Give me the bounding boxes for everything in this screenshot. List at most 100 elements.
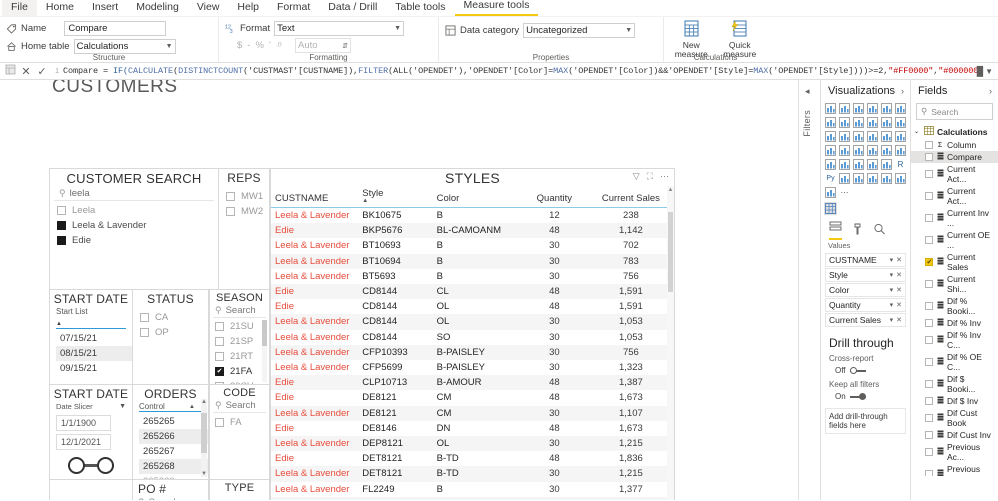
home-table-select[interactable]: Calculations ▼ bbox=[73, 38, 176, 54]
100-stacked-column-icon[interactable] bbox=[894, 102, 907, 115]
formula-expression[interactable]: Compare = IF(CALCULATE(DISTINCTCOUNT('CU… bbox=[59, 66, 977, 76]
column-header-quantity[interactable]: Quantity bbox=[520, 186, 588, 208]
ribbon-tab-measure-tools[interactable]: Measure tools bbox=[454, 0, 539, 16]
fields-field-row[interactable]: Current Inv ... bbox=[911, 207, 998, 229]
table-row[interactable]: Leela & Lavender FL2249 B 30 1,377 bbox=[271, 482, 674, 497]
table-row[interactable]: Leela & Lavender CFP5699 B-PAISLEY 30 1,323 bbox=[271, 360, 674, 375]
key-influencers-icon[interactable] bbox=[838, 172, 851, 185]
visualizations-pane[interactable]: Visualizations › R Py ⋯ Values CUSTNAME … bbox=[820, 80, 910, 500]
gauge-icon[interactable] bbox=[880, 144, 893, 157]
smart-narrative-icon[interactable] bbox=[880, 172, 893, 185]
q-and-a-icon[interactable] bbox=[866, 172, 879, 185]
funnel-chart-icon[interactable] bbox=[838, 130, 851, 143]
table-row[interactable]: Leela & Lavender DE8121 CM 30 1,107 bbox=[271, 405, 674, 421]
slicer-start-date-range[interactable]: START DATE Date Slicer ▼ 1/1/1900 12/1/2… bbox=[49, 384, 133, 480]
thousands-separator-button[interactable]: ’ bbox=[269, 40, 271, 51]
checkbox-icon[interactable] bbox=[925, 380, 933, 388]
report-canvas[interactable]: CUSTOMERS CUSTOMER SEARCH ⚲ leela Leela … bbox=[0, 80, 798, 500]
keep-all-filters-toggle-row[interactable]: On bbox=[821, 390, 910, 405]
table-row[interactable]: Edie DET8121 B-TD 48 1,836 bbox=[271, 451, 674, 466]
ribbon-tab-table-tools[interactable]: Table tools bbox=[386, 0, 454, 16]
chevron-right-icon[interactable]: › bbox=[989, 86, 992, 96]
table-row[interactable]: Leela & Lavender CD8144 SO 30 1,053 bbox=[271, 330, 674, 345]
value-field-pill[interactable]: Current Sales ▾ ✕ bbox=[825, 313, 906, 327]
table-row[interactable]: Leela & Lavender BT10694 B 30 783 bbox=[271, 253, 674, 269]
checkbox-icon[interactable] bbox=[226, 207, 235, 216]
orders-item[interactable]: 265268 bbox=[139, 459, 208, 474]
chevron-down-icon[interactable]: ▼ bbox=[985, 67, 993, 76]
fields-field-row[interactable]: Dif % OE C... bbox=[911, 351, 998, 373]
table-row[interactable]: Edie CLP10713 B-AMOUR 48 1,387 bbox=[271, 375, 674, 391]
cancel-formula-button[interactable]: ✕ bbox=[18, 65, 34, 78]
checkbox-icon[interactable] bbox=[140, 328, 149, 337]
slicer-type[interactable]: TYPE Base bbox=[209, 479, 270, 500]
values-field-wells[interactable]: CUSTNAME ▾ ✕ Style ▾ ✕ Color ▾ ✕ Quantity ▾ ✕ Curren… bbox=[821, 253, 910, 327]
keep-all-filters-toggle[interactable] bbox=[849, 393, 866, 400]
checkbox-filled-icon[interactable] bbox=[57, 221, 66, 230]
fields-pane[interactable]: Fields › ⚲ Search ⌄ Calculations Σ Column Co… bbox=[910, 80, 998, 500]
checkbox-checked-icon[interactable] bbox=[215, 367, 224, 376]
slider-knob-left[interactable] bbox=[68, 457, 85, 474]
slicer-status[interactable]: STATUS CA OP bbox=[132, 289, 209, 385]
orders-item[interactable]: 265265 bbox=[139, 414, 208, 429]
checkbox-icon[interactable] bbox=[215, 322, 224, 331]
checkbox-icon[interactable] bbox=[925, 336, 933, 344]
100-stacked-bar-icon[interactable] bbox=[880, 102, 893, 115]
slider-knob-right[interactable] bbox=[97, 457, 114, 474]
date-from-input[interactable]: 1/1/1900 bbox=[56, 415, 111, 431]
donut-chart-icon[interactable] bbox=[880, 130, 893, 143]
season-search-input[interactable]: ⚲ Search bbox=[213, 304, 266, 318]
table-row[interactable]: Leela & Lavender BT5693 B 30 756 bbox=[271, 269, 674, 284]
formula-bar[interactable]: ✕ ✓ 1 Compare = IF(CALCULATE(DISTINCTCOU… bbox=[0, 63, 998, 80]
matrix-icon[interactable] bbox=[880, 158, 893, 171]
filter-icon[interactable]: ▽ bbox=[633, 172, 640, 181]
checkbox-icon[interactable] bbox=[925, 236, 933, 244]
slicer-code[interactable]: CODE ⚲ Search FA bbox=[209, 384, 270, 480]
viz-btn-table-selected[interactable] bbox=[824, 202, 837, 215]
sort-asc-icon[interactable]: ▲ bbox=[189, 404, 195, 410]
fields-field-row[interactable]: Current Act... bbox=[911, 163, 998, 185]
fields-table-row-calculations[interactable]: ⌄ Calculations bbox=[911, 124, 998, 139]
chevron-right-icon[interactable]: › bbox=[901, 86, 904, 96]
status-option-op[interactable]: OP bbox=[133, 325, 208, 340]
checkbox-icon[interactable] bbox=[925, 192, 933, 200]
checkbox-icon[interactable] bbox=[925, 470, 933, 476]
fields-field-row[interactable]: Previous Ac... bbox=[911, 463, 998, 476]
fields-field-row[interactable]: Current Shi... bbox=[911, 273, 998, 295]
clustered-bar-chart-icon[interactable] bbox=[852, 102, 865, 115]
expand-left-icon[interactable]: ◂ bbox=[805, 86, 810, 97]
fields-field-row[interactable]: Current OE ... bbox=[911, 229, 998, 251]
chevron-down-icon[interactable]: ▾ bbox=[890, 271, 894, 279]
table-row[interactable]: Edie DE8146 DN 48 1,673 bbox=[271, 421, 674, 436]
date-range-slider[interactable] bbox=[58, 453, 124, 477]
remove-field-icon[interactable]: ✕ bbox=[896, 286, 902, 294]
stacked-bar-chart-icon[interactable] bbox=[824, 102, 837, 115]
orders-scrollbar[interactable]: ▲ ▼ bbox=[201, 399, 207, 477]
waterfall-chart-icon[interactable] bbox=[824, 130, 837, 143]
table-row[interactable]: Leela & Lavender BK10675 B 12 238 bbox=[271, 208, 674, 224]
status-option-ca[interactable]: CA bbox=[133, 310, 208, 325]
scatter-chart-icon[interactable] bbox=[852, 130, 865, 143]
shape-map-icon[interactable] bbox=[852, 144, 865, 157]
chevron-down-icon[interactable]: ▼ bbox=[119, 403, 126, 410]
analytics-tab-icon[interactable] bbox=[873, 223, 886, 240]
fields-tab-icon[interactable] bbox=[829, 221, 842, 240]
drill-through-drop-zone[interactable]: Add drill-through fields here bbox=[825, 408, 906, 434]
fields-search-input[interactable]: ⚲ Search bbox=[916, 103, 993, 120]
fields-field-row[interactable]: Dif Cust Inv bbox=[911, 429, 998, 441]
ribbon-tab-home[interactable]: Home bbox=[37, 0, 83, 16]
slicer-start-date-list[interactable]: START DATE Start List ▲ 07/15/21 08/15/2… bbox=[49, 289, 133, 385]
checkbox-icon[interactable] bbox=[215, 337, 224, 346]
value-field-pill[interactable]: Color ▾ ✕ bbox=[825, 283, 906, 297]
table-row[interactable]: Edie BKP5676 BL-CAMOANM 48 1,142 bbox=[271, 223, 674, 239]
checkbox-icon[interactable] bbox=[925, 431, 933, 439]
chevron-down-icon[interactable]: ▾ bbox=[890, 286, 894, 294]
customer-search-input[interactable]: ⚲ leela bbox=[54, 186, 214, 201]
treemap-icon[interactable] bbox=[894, 130, 907, 143]
checkbox-icon[interactable] bbox=[57, 206, 66, 215]
checkbox-icon[interactable] bbox=[215, 352, 224, 361]
checkbox-filled-icon[interactable] bbox=[57, 236, 66, 245]
fields-field-row[interactable]: Current Act... bbox=[911, 185, 998, 207]
line-clustered-column-icon[interactable] bbox=[880, 116, 893, 129]
start-date-item[interactable]: 08/15/21 bbox=[56, 346, 132, 361]
